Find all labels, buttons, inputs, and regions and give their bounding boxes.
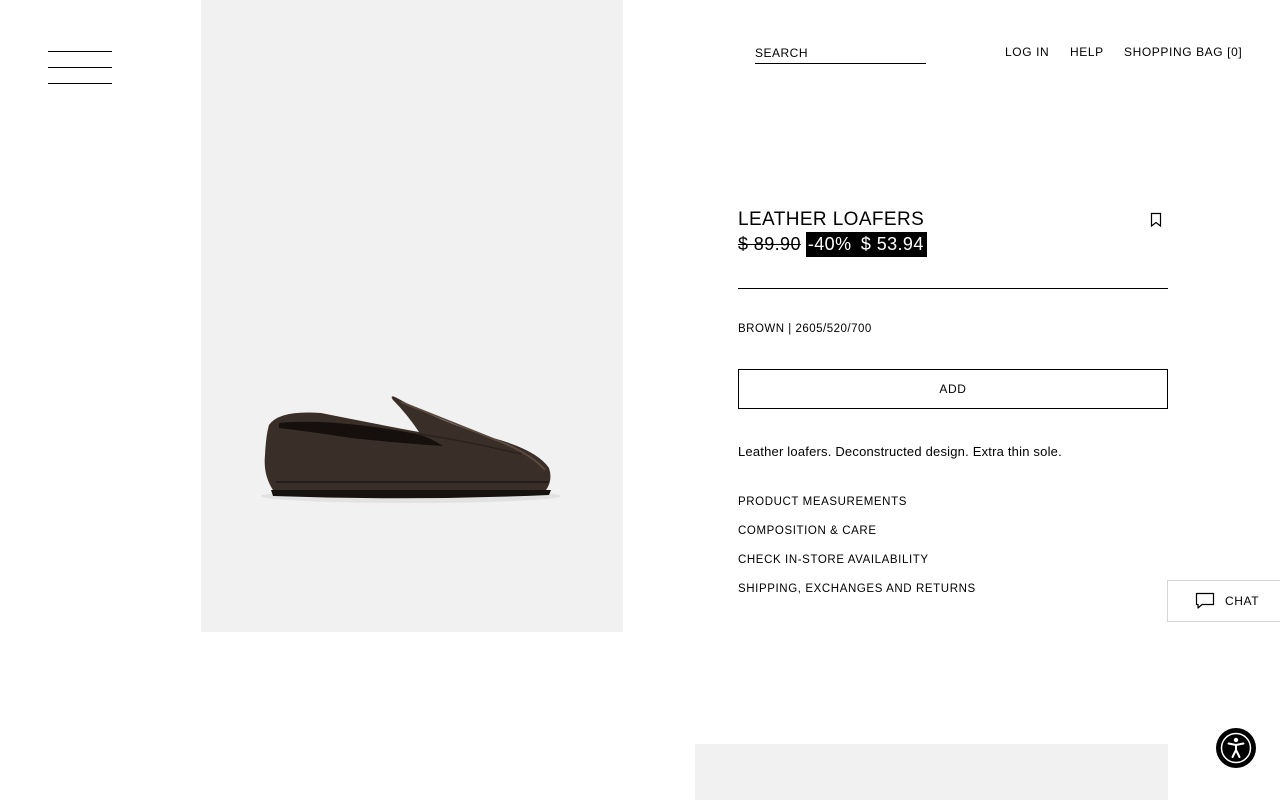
add-button[interactable]: ADD bbox=[738, 369, 1168, 409]
login-link[interactable]: LOG IN bbox=[1005, 45, 1049, 59]
hamburger-menu-icon[interactable] bbox=[48, 51, 112, 85]
product-image[interactable] bbox=[201, 0, 623, 632]
discount-badge: -40% $ 53.94 bbox=[805, 231, 927, 257]
discount-percent: -40% bbox=[807, 233, 852, 254]
product-title: LEATHER LOAFERS bbox=[738, 209, 925, 230]
product-info-links: PRODUCT MEASUREMENTS COMPOSITION & CARE … bbox=[738, 496, 976, 612]
chat-button[interactable]: CHAT bbox=[1167, 580, 1280, 622]
chat-label: CHAT bbox=[1225, 594, 1260, 608]
help-link[interactable]: HELP bbox=[1070, 45, 1104, 59]
menu-line bbox=[48, 67, 112, 68]
store-availability-link[interactable]: CHECK IN-STORE AVAILABILITY bbox=[738, 554, 976, 583]
old-price: $ 89.90 bbox=[738, 233, 801, 254]
divider bbox=[738, 288, 1168, 289]
loafer-shoe-image bbox=[261, 396, 561, 503]
price-row: $ 89.90 -40% $ 53.94 bbox=[738, 231, 927, 257]
product-description: Leather loafers. Deconstructed design. E… bbox=[738, 444, 1062, 459]
bookmark-icon[interactable] bbox=[1149, 212, 1163, 228]
menu-line bbox=[48, 51, 112, 52]
color-reference: BROWN | 2605/520/700 bbox=[738, 323, 872, 335]
shipping-returns-link[interactable]: SHIPPING, EXCHANGES AND RETURNS bbox=[738, 583, 976, 612]
accessibility-button[interactable] bbox=[1216, 728, 1256, 768]
bookmark-icon-shape bbox=[1150, 212, 1162, 228]
product-measurements-link[interactable]: PRODUCT MEASUREMENTS bbox=[738, 496, 976, 525]
search-input[interactable] bbox=[755, 46, 926, 60]
composition-care-link[interactable]: COMPOSITION & CARE bbox=[738, 525, 976, 554]
sale-price: $ 53.94 bbox=[860, 233, 924, 254]
shopping-bag-link[interactable]: SHOPPING BAG [0] bbox=[1124, 45, 1242, 59]
product-image-secondary[interactable] bbox=[695, 744, 1168, 800]
chat-bubble-icon bbox=[1195, 592, 1215, 609]
accessibility-icon bbox=[1220, 732, 1252, 764]
menu-line bbox=[48, 83, 112, 84]
search-field[interactable] bbox=[755, 44, 926, 64]
